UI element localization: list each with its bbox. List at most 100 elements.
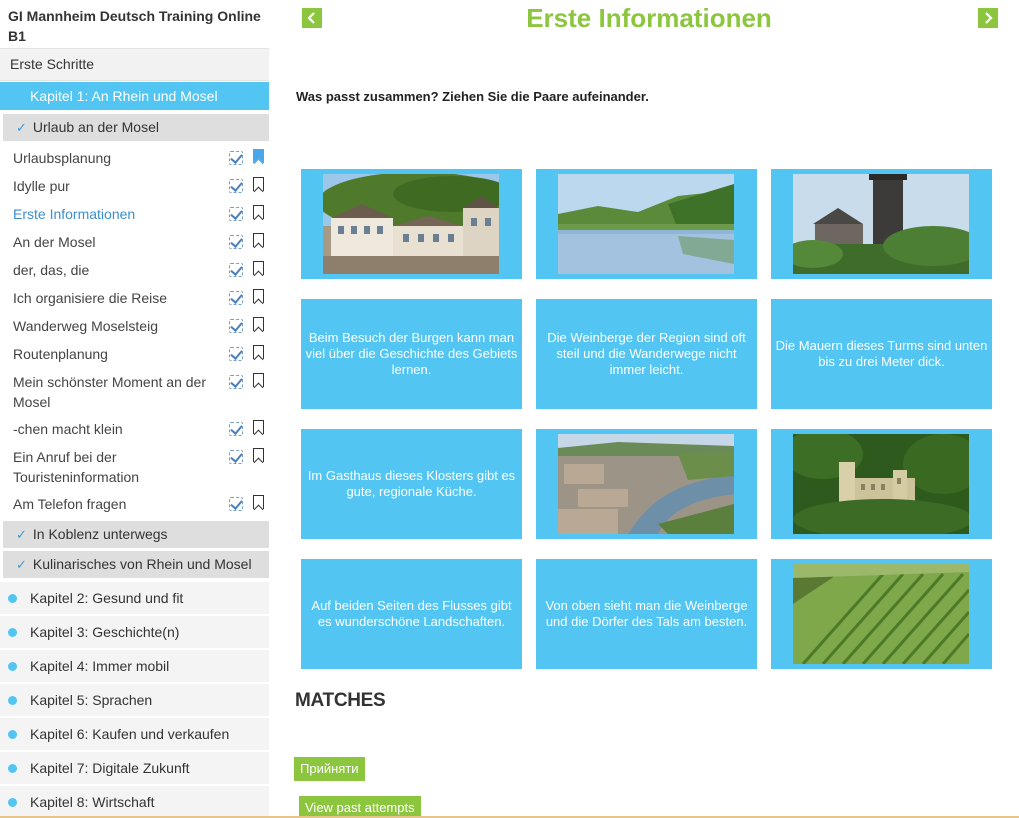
bookmark-icon[interactable]: [253, 317, 264, 331]
completed-check-icon: [229, 263, 243, 277]
chapter-label: Kapitel 4: Immer mobil: [30, 658, 170, 674]
lesson-item[interactable]: Mein schönster Moment an der Mosel: [0, 369, 269, 416]
lesson-label: Urlaubsplanung: [13, 150, 112, 166]
lesson-label: -chen macht klein: [13, 421, 123, 437]
drag-tile-text[interactable]: Auf beiden Seiten des Flusses gibt es wu…: [301, 559, 522, 669]
check-icon: ✓: [16, 527, 27, 542]
section-label: Urlaub an der Mosel: [32, 119, 159, 135]
monastery-photo: [323, 174, 499, 274]
next-page-button[interactable]: [978, 8, 998, 28]
view-past-attempts-button[interactable]: View past attempts: [299, 796, 421, 818]
tower-photo: [793, 174, 969, 274]
sidebar-chapter-item[interactable]: Kapitel 6: Kaufen und verkaufen: [0, 718, 269, 750]
bullet-dot-icon: [8, 662, 17, 671]
drag-tile-image[interactable]: [301, 169, 522, 279]
lesson-item[interactable]: Routenplanung: [0, 341, 269, 369]
sidebar-section[interactable]: ✓ Kulinarisches von Rhein und Mosel: [3, 551, 269, 578]
drag-tile-image[interactable]: [771, 169, 992, 279]
lesson-item[interactable]: Urlaubsplanung: [0, 145, 269, 173]
drag-tile-text[interactable]: Beim Besuch der Burgen kann man viel übe…: [301, 299, 522, 409]
lesson-label: Routenplanung: [13, 346, 108, 362]
lesson-label: Mein schönster Moment an der Mosel: [13, 374, 206, 410]
bullet-dot-icon: [8, 628, 17, 637]
lesson-label: Erste Informationen: [13, 206, 136, 222]
sidebar-section-open[interactable]: ✓ Urlaub an der Mosel: [3, 114, 269, 141]
bookmark-icon[interactable]: [253, 373, 264, 387]
sidebar-chapter-item[interactable]: Kapitel 3: Geschichte(n): [0, 616, 269, 648]
tile-text: Beim Besuch der Burgen kann man viel übe…: [305, 330, 518, 377]
lesson-label: Am Telefon fragen: [13, 496, 127, 512]
accept-button[interactable]: Прийняти: [294, 757, 365, 781]
lesson-item[interactable]: Idylle pur: [0, 173, 269, 201]
completed-check-icon: [229, 450, 243, 464]
sidebar-chapter-item[interactable]: Kapitel 2: Gesund und fit: [0, 582, 269, 614]
bookmark-icon[interactable]: [253, 448, 264, 462]
lesson-label: der, das, die: [13, 262, 90, 278]
river-landscape-photo: [558, 174, 734, 274]
check-icon: ✓: [16, 557, 27, 572]
completed-check-icon: [229, 291, 243, 305]
completed-check-icon: [229, 151, 243, 165]
completed-check-icon: [229, 235, 243, 249]
bookmark-icon[interactable]: [253, 289, 264, 303]
chapter-label: Kapitel 8: Wirtschaft: [30, 794, 155, 810]
course-title: GI Mannheim Deutsch Training Online B1: [8, 8, 261, 44]
lesson-item[interactable]: An der Mosel: [0, 229, 269, 257]
drag-tile-image[interactable]: [536, 169, 757, 279]
bullet-dot-icon: [8, 730, 17, 739]
sidebar-item-first-steps[interactable]: Erste Schritte: [0, 48, 269, 81]
drag-tile-text[interactable]: Von oben sieht man die Weinberge und die…: [536, 559, 757, 669]
drag-tile-image[interactable]: [771, 429, 992, 539]
town-aerial-photo: [558, 434, 734, 534]
lesson-item-current[interactable]: Erste Informationen: [0, 201, 269, 229]
app: GI Mannheim Deutsch Training Online B1 E…: [0, 0, 1019, 818]
sidebar-section[interactable]: ✓ In Koblenz unterwegs: [3, 521, 269, 548]
lesson-label: Idylle pur: [13, 178, 70, 194]
completed-check-icon: [229, 319, 243, 333]
bookmark-icon[interactable]: [253, 345, 264, 359]
lesson-item[interactable]: Wanderweg Moselsteig: [0, 313, 269, 341]
tile-text: Die Mauern dieses Turms sind unten bis z…: [775, 338, 988, 369]
bookmark-icon[interactable]: [253, 261, 264, 275]
sidebar-chapter-item[interactable]: Kapitel 7: Digitale Zukunft: [0, 752, 269, 784]
page-title: Erste Informationen: [526, 3, 772, 33]
lesson-label: Ein Anruf bei der Touristeninformation: [13, 449, 140, 485]
castle-photo: [793, 434, 969, 534]
chapter-label: Kapitel 6: Kaufen und verkaufen: [30, 726, 230, 742]
lesson-list: Urlaubsplanung Idylle pur Erste Informat…: [0, 145, 269, 519]
chapter-list: Kapitel 2: Gesund und fit Kapitel 3: Ges…: [0, 582, 269, 818]
bookmark-icon[interactable]: [253, 177, 264, 191]
drag-tile-text[interactable]: Im Gasthaus dieses Klosters gibt es gute…: [301, 429, 522, 539]
drag-tile-text[interactable]: Die Weinberge der Region sind oft steil …: [536, 299, 757, 409]
bookmark-icon[interactable]: [253, 420, 264, 434]
lesson-item[interactable]: Ich organisiere die Reise: [0, 285, 269, 313]
bookmark-filled-icon[interactable]: [253, 149, 264, 163]
chapter-label: Kapitel 7: Digitale Zukunft: [30, 760, 190, 776]
bullet-dot-icon: [8, 798, 17, 807]
bookmark-icon[interactable]: [253, 205, 264, 219]
lesson-item[interactable]: -chen macht klein: [0, 416, 269, 444]
drag-tile-image[interactable]: [771, 559, 992, 669]
drag-tile-image[interactable]: [536, 429, 757, 539]
bookmark-icon[interactable]: [253, 495, 264, 509]
bookmark-icon[interactable]: [253, 233, 264, 247]
drag-tile-text[interactable]: Die Mauern dieses Turms sind unten bis z…: [771, 299, 992, 409]
lesson-item[interactable]: Am Telefon fragen: [0, 491, 269, 519]
task-instruction: Was passt zusammen? Ziehen Sie die Paare…: [296, 89, 649, 104]
lesson-item[interactable]: der, das, die: [0, 257, 269, 285]
vineyard-photo: [793, 564, 969, 664]
sidebar-active-chapter[interactable]: Kapitel 1: An Rhein und Mosel: [0, 82, 269, 110]
lesson-label: An der Mosel: [13, 234, 96, 250]
chapter-label: Kapitel 2: Gesund und fit: [30, 590, 184, 606]
lesson-item[interactable]: Ein Anruf bei der Touristeninformation: [0, 444, 269, 491]
tile-text: Auf beiden Seiten des Flusses gibt es wu…: [311, 598, 512, 629]
chapter-label: Kapitel 3: Geschichte(n): [30, 624, 180, 640]
sidebar-chapter-item[interactable]: Kapitel 8: Wirtschaft: [0, 786, 269, 818]
lesson-label: Ich organisiere die Reise: [13, 290, 168, 306]
completed-check-icon: [229, 375, 243, 389]
bullet-dot-icon: [8, 696, 17, 705]
sidebar-chapter-item[interactable]: Kapitel 4: Immer mobil: [0, 650, 269, 682]
sidebar-chapter-item[interactable]: Kapitel 5: Sprachen: [0, 684, 269, 716]
tile-text: Im Gasthaus dieses Klosters gibt es gute…: [307, 468, 516, 499]
completed-check-icon: [229, 347, 243, 361]
